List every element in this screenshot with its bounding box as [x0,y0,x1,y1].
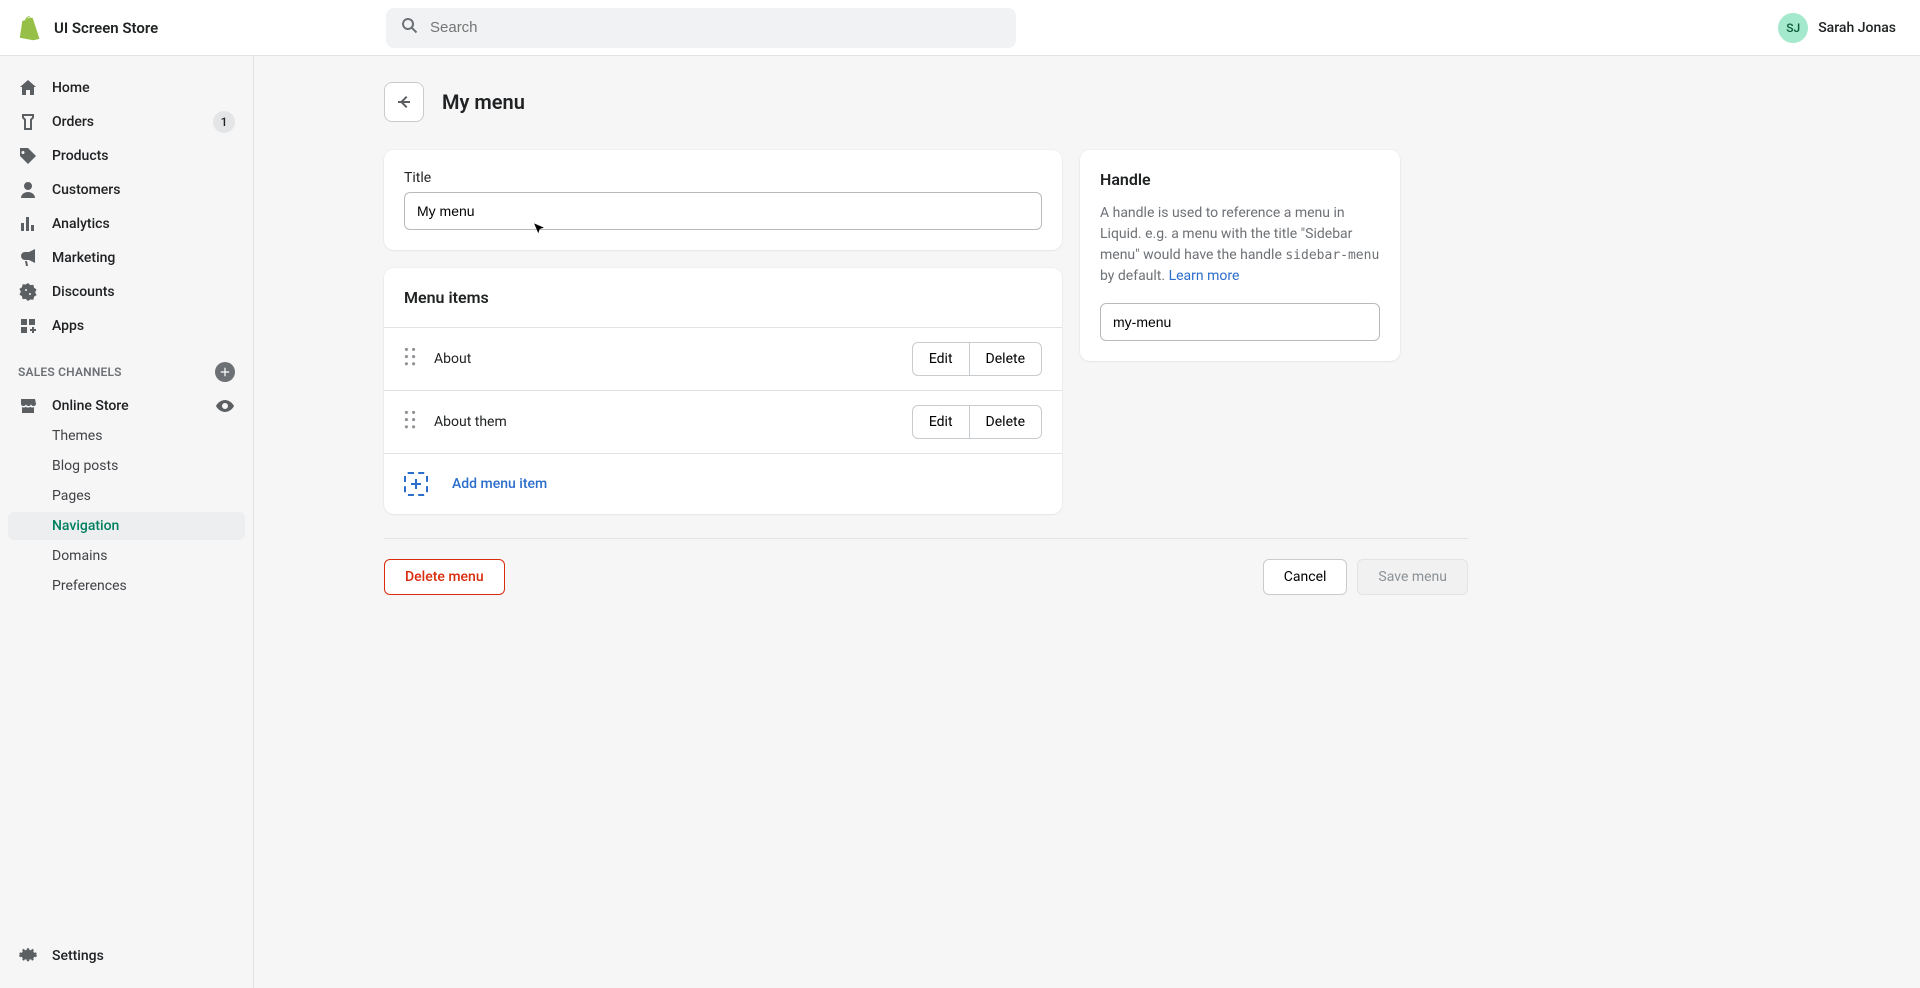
main: My menu Title Menu items [254,56,1920,988]
sidebar-item-settings[interactable]: Settings [8,940,245,972]
sidebar-item-label: Apps [52,318,84,334]
menu-item-row: About Edit Delete [384,327,1062,390]
sidebar-item-label: Orders [52,114,94,130]
orders-badge: 1 [213,111,235,133]
sidebar-item-pages[interactable]: Pages [8,482,245,510]
sidebar-item-analytics[interactable]: Analytics [8,208,245,240]
sidebar: Home Orders 1 Products Customers Analyti… [0,56,254,988]
sidebar-item-label: Customers [52,182,120,198]
search-wrap [386,8,1016,48]
gear-icon [18,946,38,966]
sidebar-item-customers[interactable]: Customers [8,174,245,206]
title-input[interactable] [404,192,1042,230]
sidebar-item-label: Online Store [52,398,129,414]
home-icon [18,78,38,98]
sidebar-item-label: Home [52,80,90,96]
page-title: My menu [442,90,525,114]
sidebar-item-label: Preferences [52,578,127,594]
menu-items-heading: Menu items [404,288,1042,307]
edit-button[interactable]: Edit [912,405,970,439]
search-box[interactable] [386,8,1016,48]
sidebar-item-discounts[interactable]: Discounts [8,276,245,308]
user-menu[interactable]: SJ Sarah Jonas [1778,13,1904,43]
sidebar-item-preferences[interactable]: Preferences [8,572,245,600]
page-footer: Delete menu Cancel Save menu [384,538,1468,615]
menu-item-actions: Edit Delete [912,405,1042,439]
sidebar-item-blog-posts[interactable]: Blog posts [8,452,245,480]
user-name: Sarah Jonas [1818,20,1896,36]
learn-more-link[interactable]: Learn more [1169,268,1240,284]
search-input[interactable] [430,19,1002,36]
menu-item-actions: Edit Delete [912,342,1042,376]
sidebar-item-themes[interactable]: Themes [8,422,245,450]
handle-heading: Handle [1100,170,1380,189]
edit-button[interactable]: Edit [912,342,970,376]
sidebar-item-label: Themes [52,428,102,444]
delete-button[interactable]: Delete [970,405,1042,439]
handle-description: A handle is used to reference a menu in … [1100,203,1380,287]
avatar: SJ [1778,13,1808,43]
sidebar-item-products[interactable]: Products [8,140,245,172]
add-channel-button[interactable] [215,362,235,382]
analytics-icon [18,214,38,234]
delete-menu-button[interactable]: Delete menu [384,559,505,595]
search-icon [400,16,420,40]
topbar: UI Screen Store SJ Sarah Jonas [0,0,1920,56]
arrow-left-icon [394,92,414,112]
sidebar-item-label: Analytics [52,216,110,232]
cursor-icon [532,222,546,236]
cancel-button[interactable]: Cancel [1263,559,1348,595]
add-menu-item-button[interactable]: Add menu item [384,453,1062,514]
title-field-label: Title [404,170,1042,186]
sidebar-item-navigation[interactable]: Navigation [8,512,245,540]
apps-icon [18,316,38,336]
orders-icon [18,112,38,132]
drag-handle-icon[interactable] [404,347,420,370]
discount-icon [18,282,38,302]
handle-card: Handle A handle is used to reference a m… [1080,150,1400,361]
store-name: UI Screen Store [54,19,158,37]
sidebar-item-marketing[interactable]: Marketing [8,242,245,274]
menu-item-label: About [434,351,898,367]
storefront-icon [18,396,38,416]
megaphone-icon [18,248,38,268]
sidebar-item-label: Pages [52,488,91,504]
person-icon [18,180,38,200]
sidebar-item-apps[interactable]: Apps [8,310,245,342]
menu-items-card: Menu items About Edit Delete [384,268,1062,514]
sidebar-item-label: Products [52,148,109,164]
logo-wrap: UI Screen Store [16,15,386,41]
sidebar-item-label: Domains [52,548,107,564]
drag-handle-icon[interactable] [404,410,420,433]
menu-item-label: About them [434,414,898,430]
sidebar-item-domains[interactable]: Domains [8,542,245,570]
sidebar-item-home[interactable]: Home [8,72,245,104]
title-card: Title [384,150,1062,250]
sidebar-item-label: Marketing [52,250,115,266]
primary-nav: Home Orders 1 Products Customers Analyti… [8,72,245,342]
add-menu-item-label: Add menu item [452,476,547,492]
add-dashed-icon [404,472,428,496]
sidebar-item-label: Blog posts [52,458,118,474]
sidebar-item-label: Navigation [52,518,119,534]
handle-input[interactable] [1100,303,1380,341]
section-label: SALES CHANNELS [18,365,122,379]
online-store-subnav: Themes Blog posts Pages Navigation Domai… [8,422,245,600]
save-menu-button[interactable]: Save menu [1357,559,1468,595]
sidebar-item-online-store[interactable]: Online Store [8,390,245,422]
back-button[interactable] [384,82,424,122]
sidebar-item-label: Discounts [52,284,115,300]
menu-item-row: About them Edit Delete [384,390,1062,453]
sidebar-item-label: Settings [52,948,104,964]
view-storefront-button[interactable] [215,396,235,416]
sidebar-item-orders[interactable]: Orders 1 [8,106,245,138]
shopify-logo-icon [16,15,42,41]
tag-icon [18,146,38,166]
page-header: My menu [384,82,1784,122]
channels-nav: Online Store [8,390,245,422]
sales-channels-header: SALES CHANNELS [8,342,245,390]
delete-button[interactable]: Delete [970,342,1042,376]
